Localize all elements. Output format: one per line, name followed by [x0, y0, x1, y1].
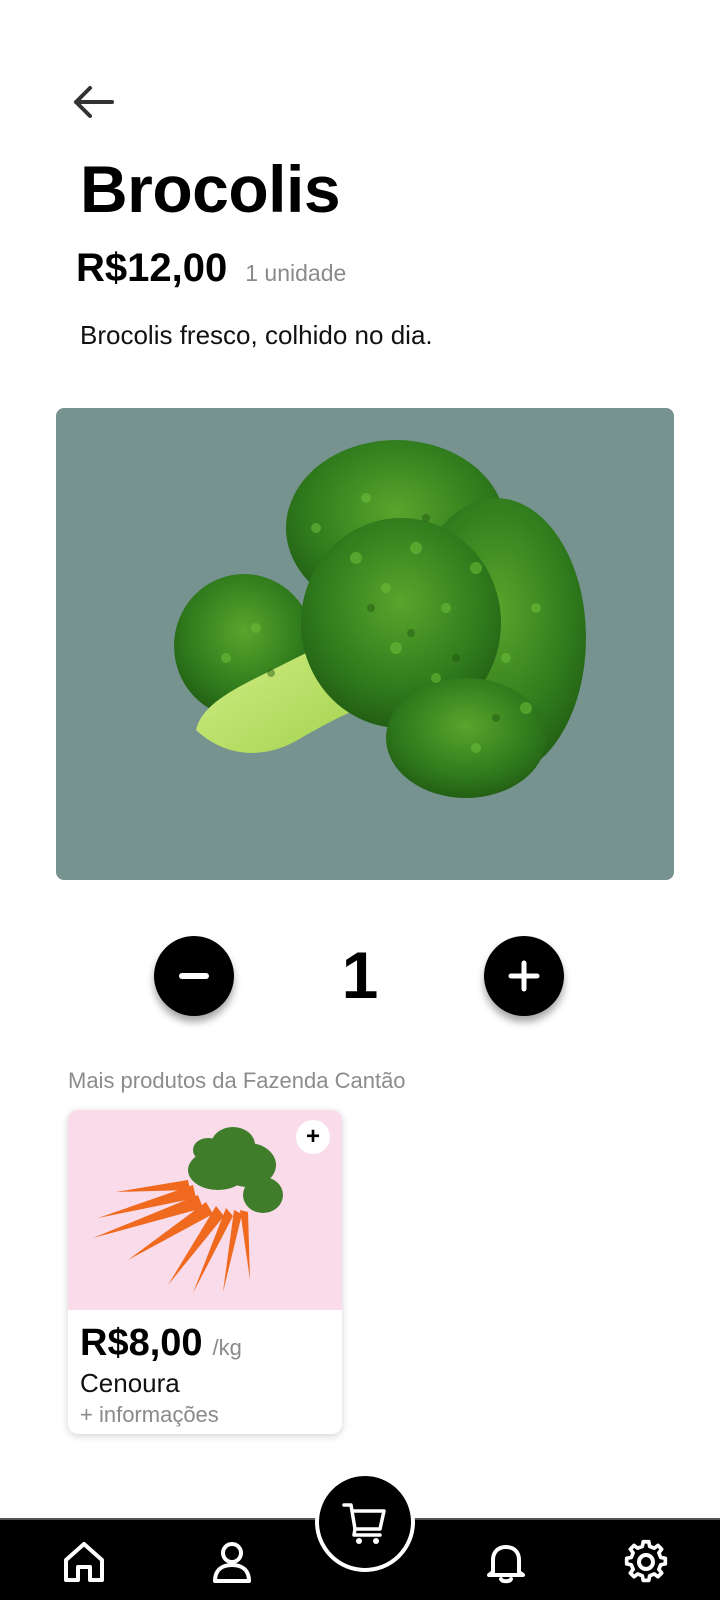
product-card-price-row: R$8,00 /kg — [80, 1324, 242, 1362]
increase-quantity-button[interactable] — [484, 936, 564, 1016]
plus-icon — [508, 960, 540, 992]
add-to-cart-button[interactable]: + — [296, 1120, 330, 1154]
product-description: Brocolis fresco, colhido no dia. — [80, 320, 433, 350]
back-button[interactable] — [64, 78, 120, 126]
product-image — [56, 408, 674, 880]
gear-icon — [624, 1539, 668, 1583]
minus-icon — [179, 973, 209, 979]
price-row: R$12,00 1 unidade — [76, 248, 346, 288]
cart-icon — [342, 1503, 386, 1544]
product-title: Brocolis — [80, 152, 341, 226]
more-products-title: Mais produtos da Fazenda Cantão — [68, 1068, 406, 1093]
product-card-name: Cenoura — [80, 1368, 180, 1398]
product-card-price: R$8,00 — [80, 1322, 203, 1364]
decrease-quantity-button[interactable] — [154, 936, 234, 1016]
cart-button[interactable] — [315, 1472, 415, 1572]
arrow-left-icon — [74, 86, 114, 118]
product-price: R$12,00 — [76, 246, 228, 290]
user-icon — [213, 1542, 251, 1583]
more-info-link[interactable]: + informações — [80, 1402, 219, 1428]
nav-home[interactable] — [56, 1534, 112, 1590]
quantity-value: 1 — [341, 938, 379, 1012]
nav-profile[interactable] — [204, 1534, 260, 1590]
product-unit: 1 unidade — [245, 260, 347, 286]
nav-settings[interactable] — [618, 1534, 674, 1590]
broccoli-image — [174, 440, 586, 798]
product-card-unit: /kg — [212, 1335, 242, 1360]
home-icon — [64, 1542, 104, 1582]
product-card-image: + — [68, 1110, 342, 1310]
product-card[interactable]: + R$8,00 /kg Cenoura + informações — [68, 1110, 342, 1434]
bell-icon — [487, 1545, 525, 1584]
nav-notifications[interactable] — [478, 1534, 534, 1590]
